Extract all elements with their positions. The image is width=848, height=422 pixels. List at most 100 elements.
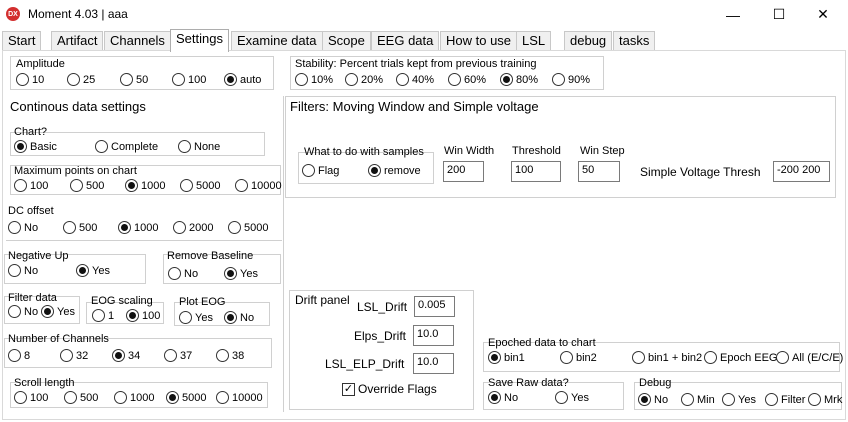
num-channels-radio-37[interactable]: 37	[164, 349, 192, 362]
debug-radio-no[interactable]: No	[638, 393, 668, 406]
stability-radio-10[interactable]: 10%	[295, 73, 333, 86]
max-points-radio-10000[interactable]: 10000	[235, 179, 282, 192]
eog-scaling-radio-100[interactable]: 100	[126, 309, 160, 322]
amplitude-radio-auto[interactable]: auto	[224, 73, 261, 86]
elps-drift-input[interactable]: 10.0	[413, 325, 454, 346]
remove-baseline-radio-no[interactable]: No	[168, 267, 198, 280]
lsl-elp-drift-input[interactable]: 10.0	[413, 353, 454, 374]
win-width-input[interactable]: 200	[443, 161, 484, 182]
dc-offset-radio-no[interactable]: No	[8, 221, 38, 234]
plot-eog-radio-no[interactable]: No	[224, 311, 254, 324]
radio-label: 500	[80, 391, 99, 404]
num-channels-radio-38[interactable]: 38	[216, 349, 244, 362]
save-raw-radio-yes[interactable]: Yes	[555, 391, 589, 404]
radio-icon	[125, 179, 138, 192]
epoched-radio-bin1-bin2[interactable]: bin1 + bin2	[632, 351, 702, 364]
dc-offset-radio-2000[interactable]: 2000	[173, 221, 213, 234]
override-flags-checkbox[interactable]: ✓ Override Flags	[342, 382, 437, 396]
scroll-length-radio-10000[interactable]: 10000	[216, 391, 263, 404]
radio-label: Yes	[571, 391, 589, 404]
radio-label: 80%	[516, 73, 539, 86]
amplitude-radio-25[interactable]: 25	[67, 73, 95, 86]
radio-icon	[722, 393, 735, 406]
simple-voltage-input[interactable]: -200 200	[773, 161, 830, 182]
radio-icon	[500, 73, 513, 86]
epoched-radio-bin2[interactable]: bin2	[560, 351, 597, 364]
stability-radio-40[interactable]: 40%	[396, 73, 434, 86]
dc-offset-radio-500[interactable]: 500	[63, 221, 97, 234]
radio-label: 10000	[232, 391, 263, 404]
samples-radio-flag[interactable]: Flag	[302, 164, 339, 177]
chart-radio-basic[interactable]: Basic	[14, 140, 57, 153]
radio-icon	[560, 351, 573, 364]
radio-icon	[179, 311, 192, 324]
amplitude-radio-10[interactable]: 10	[16, 73, 44, 86]
num-channels-radio-8[interactable]: 8	[8, 349, 30, 362]
radio-icon	[112, 349, 125, 362]
stability-radio-90[interactable]: 90%	[552, 73, 590, 86]
chart-radio-none[interactable]: None	[178, 140, 220, 153]
scroll-length-radio-500[interactable]: 500	[64, 391, 98, 404]
num-channels-radio-34[interactable]: 34	[112, 349, 140, 362]
debug-radio-mrk[interactable]: Mrk	[808, 393, 842, 406]
radio-icon	[295, 73, 308, 86]
maximize-button[interactable]: ☐	[756, 0, 802, 29]
filter-data-radio-yes[interactable]: Yes	[41, 305, 75, 318]
stability-radio-80[interactable]: 80%	[500, 73, 538, 86]
tab-tasks[interactable]: tasks	[613, 31, 656, 51]
debug-radio-yes[interactable]: Yes	[722, 393, 756, 406]
filter-data-radio-no[interactable]: No	[8, 305, 38, 318]
scroll-length-radio-5000[interactable]: 5000	[166, 391, 206, 404]
stability-radio-20[interactable]: 20%	[345, 73, 383, 86]
debug-radio-min[interactable]: Min	[681, 393, 715, 406]
radio-label: 10%	[311, 73, 334, 86]
remove-baseline-radio-yes[interactable]: Yes	[224, 267, 258, 280]
radio-label: 25	[83, 73, 96, 86]
tab-channels[interactable]: Channels	[104, 31, 171, 51]
lsl-drift-input[interactable]: 0.005	[414, 296, 455, 317]
threshold-label: Threshold	[512, 145, 561, 157]
samples-radio-remove[interactable]: remove	[368, 164, 421, 177]
epoched-radio-epoch-eeg[interactable]: Epoch EEG	[704, 351, 777, 364]
num-channels-radio-32[interactable]: 32	[60, 349, 88, 362]
dc-offset-radio-1000[interactable]: 1000	[118, 221, 158, 234]
radio-label: No	[24, 221, 39, 234]
tab-settings[interactable]: Settings	[170, 29, 229, 52]
negative-up-radio-yes[interactable]: Yes	[76, 264, 110, 277]
eog-scaling-radio-1[interactable]: 1	[92, 309, 114, 322]
dc-offset-radio-5000[interactable]: 5000	[228, 221, 268, 234]
amplitude-radio-50[interactable]: 50	[120, 73, 148, 86]
stability-radio-60[interactable]: 60%	[448, 73, 486, 86]
negative-up-radio-no[interactable]: No	[8, 264, 38, 277]
win-step-input[interactable]: 50	[578, 161, 620, 182]
tab-examine-data[interactable]: Examine data	[231, 31, 323, 51]
scroll-length-radio-100[interactable]: 100	[14, 391, 48, 404]
radio-icon	[216, 349, 229, 362]
tab-lsl[interactable]: LSL	[516, 31, 552, 51]
amplitude-radio-100[interactable]: 100	[172, 73, 206, 86]
tab-how-to-use[interactable]: How to use	[440, 31, 518, 51]
epoched-radio-bin1[interactable]: bin1	[488, 351, 525, 364]
radio-label: 1	[108, 309, 115, 322]
minimize-button[interactable]: —	[710, 0, 756, 29]
plot-eog-radio-yes[interactable]: Yes	[179, 311, 213, 324]
radio-label: Yes	[738, 393, 756, 406]
debug-radio-filter[interactable]: Filter	[765, 393, 805, 406]
threshold-input[interactable]: 100	[511, 161, 561, 182]
max-points-radio-5000[interactable]: 5000	[180, 179, 220, 192]
close-button[interactable]: ✕	[800, 0, 846, 29]
tab-start[interactable]: Start	[2, 31, 42, 51]
max-points-radio-100[interactable]: 100	[14, 179, 48, 192]
epoched-radio-all[interactable]: All (E/C/E)	[776, 351, 843, 364]
tab-artifact[interactable]: Artifact	[51, 31, 104, 51]
scroll-length-radio-1000[interactable]: 1000	[114, 391, 154, 404]
max-points-radio-1000[interactable]: 1000	[125, 179, 165, 192]
chart-radio-complete[interactable]: Complete	[95, 140, 158, 153]
save-raw-radio-no[interactable]: No	[488, 391, 518, 404]
tab-scope[interactable]: Scope	[322, 31, 371, 51]
max-points-radio-500[interactable]: 500	[70, 179, 104, 192]
tab-eeg-data[interactable]: EEG data	[371, 31, 440, 51]
tab-debug[interactable]: debug	[564, 31, 613, 51]
simple-voltage-label: Simple Voltage Thresh	[640, 165, 761, 179]
radio-label: No	[504, 391, 519, 404]
